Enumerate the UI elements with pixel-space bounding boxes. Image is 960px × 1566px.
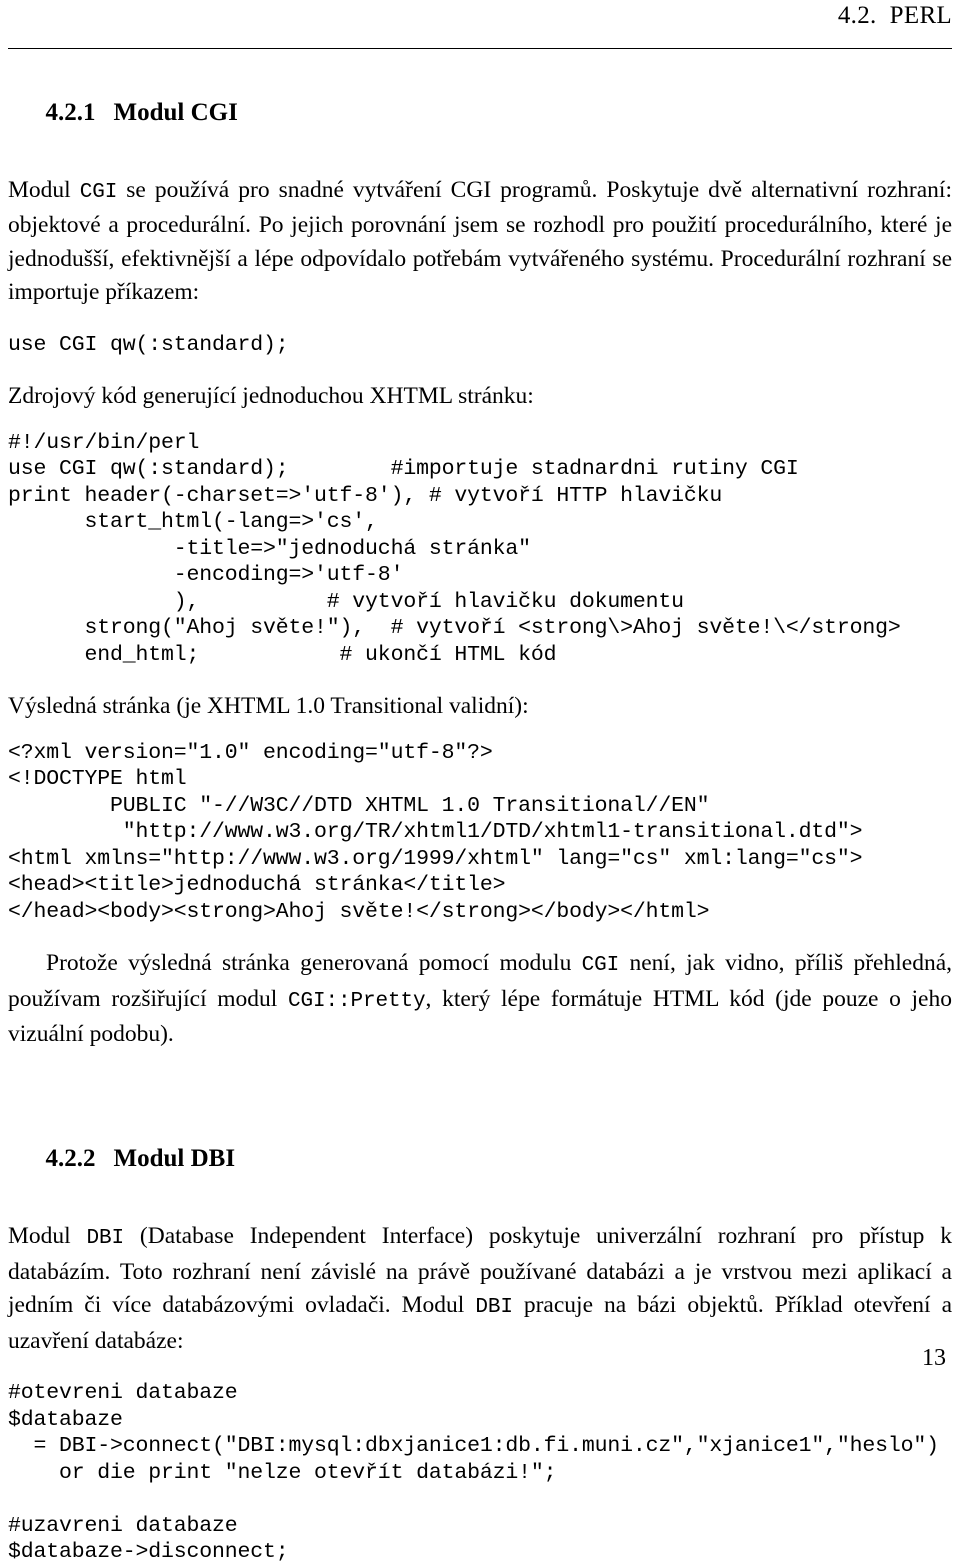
- page-number: 13: [922, 1345, 946, 1371]
- lead-xhtml-source: Zdrojový kód generující jednoduchou XHTM…: [8, 383, 534, 409]
- header-rule: [8, 48, 952, 49]
- document-page: 4.2. PERL 4.2.1 Modul CGI Modul CGI se po…: [0, 0, 960, 1564]
- inline-code-cgi-2: CGI: [581, 954, 620, 977]
- running-header: 4.2. PERL: [8, 0, 952, 46]
- code-block-import: use CGI qw(:standard);: [8, 332, 289, 357]
- running-header-text: 4.2. PERL: [837, 2, 952, 29]
- dbi-part1: Modul: [8, 1223, 87, 1249]
- pretty-part1: Protože výsledná stránka generovaná pomo…: [46, 950, 582, 976]
- code-block-perl-source: #!/usr/bin/perl use CGI qw(:standard); #…: [8, 430, 901, 667]
- section-heading-cgi: 4.2.1 Modul CGI: [8, 71, 952, 154]
- lead-result-page: Výsledná stránka (je XHTML 1.0 Transitio…: [8, 693, 529, 719]
- paragraph-cgi-intro: Modul CGI se používá pro snadné vytvářen…: [8, 174, 952, 310]
- cgi-intro-part2: se používá pro snadné vytváření CGI prog…: [8, 176, 952, 306]
- section-heading-dbi: 4.2.2 Modul DBI: [8, 1118, 952, 1201]
- section-title-dbi: Modul DBI: [113, 1145, 236, 1172]
- inline-code-cgi-pretty: CGI::Pretty: [288, 989, 426, 1013]
- paragraph-cgi-pretty: Protože výsledná stránka generovaná pomo…: [8, 947, 952, 1052]
- paragraph-dbi-intro: Modul DBI (Database Independent Interfac…: [8, 1220, 952, 1358]
- code-block-xhtml-output: <?xml version="1.0" encoding="utf-8"?> <…: [8, 740, 863, 924]
- inline-code-dbi-2: DBI: [475, 1296, 513, 1319]
- section-number-dbi: 4.2.2: [45, 1145, 96, 1172]
- inline-code-dbi-1: DBI: [86, 1227, 125, 1250]
- section-title-cgi: Modul CGI: [113, 98, 238, 126]
- code-block-dbi-example: #otevreni databaze $databaze = DBI->conn…: [8, 1381, 939, 1564]
- section-number-cgi: 4.2.1: [45, 98, 96, 126]
- cgi-intro-part1: Modul: [8, 176, 80, 203]
- inline-code-cgi: CGI: [79, 180, 118, 204]
